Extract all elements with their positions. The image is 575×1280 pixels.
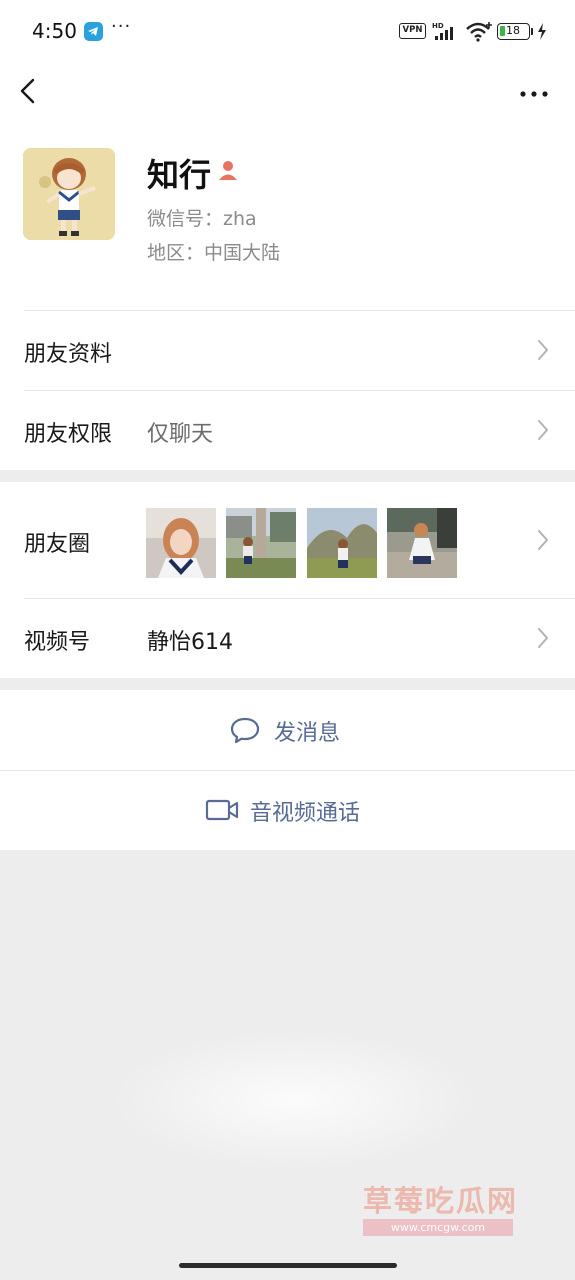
- divider: [24, 310, 575, 311]
- watermark-title: 草莓吃瓜网: [363, 1184, 519, 1218]
- video-camera-icon: [205, 798, 239, 826]
- nav-bar: [0, 64, 575, 124]
- network-type-label: HD: [432, 22, 444, 30]
- send-message-button[interactable]: 发消息: [0, 690, 575, 770]
- send-message-label: 发消息: [274, 721, 341, 746]
- row-friend-permission[interactable]: 朋友权限 仅聊天: [0, 390, 575, 470]
- charging-icon: [537, 23, 547, 44]
- region: 地区：中国大陆: [147, 242, 281, 264]
- channel-name: 静怡614: [147, 630, 233, 655]
- profile-header: 知行 微信号：zha 地区：中国大陆: [0, 124, 575, 310]
- chevron-right-icon: [536, 418, 550, 446]
- watermark-url: www.cmcgw.com: [363, 1219, 513, 1236]
- chat-bubble-icon: [229, 716, 261, 748]
- battery-icon: 18: [497, 23, 530, 40]
- privacy-blur: [258, 180, 486, 260]
- row-label: 朋友圈: [24, 532, 91, 557]
- video-call-label: 音视频通话: [250, 801, 361, 826]
- row-value: 仅聊天: [147, 422, 214, 447]
- moments-photo-3: [307, 508, 377, 578]
- row-label: 视频号: [24, 630, 91, 655]
- row-friend-info[interactable]: 朋友资料: [0, 310, 575, 390]
- row-moments[interactable]: 朋友圈: [0, 482, 575, 598]
- row-label: 朋友资料: [24, 342, 113, 367]
- more-horizontal-icon[interactable]: [519, 84, 549, 103]
- moments-photo-2: [226, 508, 296, 578]
- contact-name: 知行: [147, 156, 212, 194]
- chevron-right-icon: [536, 626, 550, 654]
- wifi-icon: [465, 20, 493, 46]
- telegram-icon: [84, 22, 103, 41]
- chevron-right-icon: [536, 528, 550, 556]
- moments-photo-4: [387, 508, 457, 578]
- signal-icon: HD: [432, 21, 460, 47]
- battery-nub: [531, 28, 533, 35]
- battery-level: 18: [506, 24, 520, 37]
- status-time: 4:50: [32, 19, 77, 43]
- divider: [0, 770, 575, 771]
- row-label: 朋友权限: [24, 422, 113, 447]
- home-indicator[interactable]: [179, 1263, 397, 1268]
- user-gender-icon: [216, 158, 240, 186]
- wechat-id: 微信号：zha: [147, 208, 257, 230]
- divider: [24, 390, 575, 391]
- contact-profile-page: 4:50 ··· VPN HD 18 知行 微信号：zha 地区：中国大陆 朋友…: [0, 0, 575, 1280]
- background-glow: [110, 1030, 480, 1170]
- vpn-badge: VPN: [399, 23, 426, 39]
- chevron-left-icon[interactable]: [16, 76, 40, 110]
- divider: [24, 598, 575, 599]
- video-call-button[interactable]: 音视频通话: [0, 770, 575, 850]
- chevron-right-icon: [536, 338, 550, 366]
- row-channels[interactable]: 视频号 静怡614: [0, 598, 575, 678]
- moments-photo-1: [146, 508, 216, 578]
- more-notifications-icon: ···: [111, 16, 132, 37]
- avatar[interactable]: [23, 148, 115, 240]
- status-bar: 4:50 ··· VPN HD 18: [0, 0, 575, 64]
